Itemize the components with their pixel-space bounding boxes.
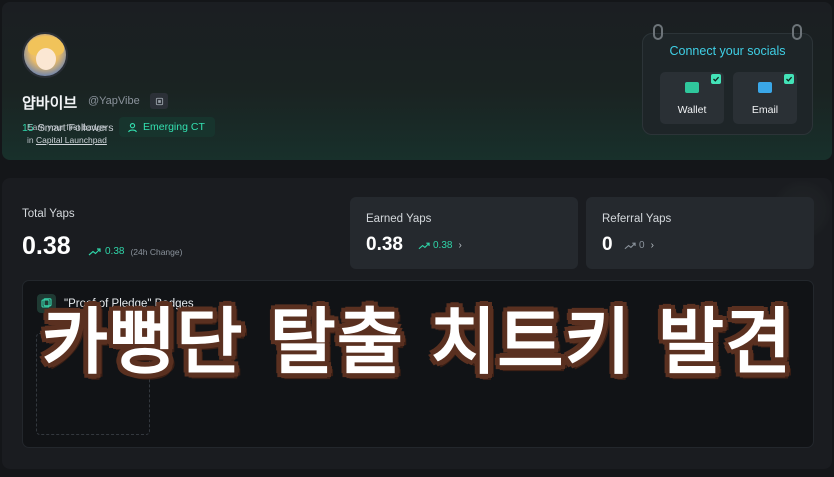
tier-badge: Emerging CT bbox=[119, 117, 215, 137]
empty-badge-text: Earn your first badge bbox=[27, 122, 106, 132]
referral-yaps-card[interactable]: Referral Yaps 0 0 › bbox=[586, 197, 814, 269]
total-yaps-value: 0.38 bbox=[22, 232, 71, 260]
trend-up-icon bbox=[624, 242, 636, 249]
total-change-value: 0.38 bbox=[105, 246, 125, 257]
referral-yaps-value: 0 bbox=[602, 234, 613, 255]
chevron-right-icon: › bbox=[458, 240, 462, 251]
handle: @YapVibe bbox=[88, 95, 140, 107]
check-icon bbox=[711, 74, 721, 84]
total-yaps-label: Total Yaps bbox=[22, 208, 75, 220]
referral-yaps-label: Referral Yaps bbox=[602, 213, 672, 225]
tier-label: Emerging CT bbox=[143, 121, 205, 133]
capital-launchpad-link[interactable]: Capital Launchpad bbox=[36, 135, 107, 145]
referral-change-value: 0 bbox=[639, 240, 645, 251]
avatar[interactable] bbox=[22, 32, 68, 78]
empty-badge-text-2: in Capital Launchpad bbox=[27, 135, 107, 145]
socials-title: Connect your socials bbox=[669, 44, 786, 58]
earned-change-value: 0.38 bbox=[433, 240, 453, 251]
chevron-right-icon: › bbox=[650, 240, 654, 251]
referral-yaps-change: 0 › bbox=[624, 240, 654, 251]
earned-yaps-value: 0.38 bbox=[366, 234, 403, 255]
trend-up-icon bbox=[418, 242, 430, 249]
earned-yaps-label: Earned Yaps bbox=[366, 213, 432, 225]
ring-decoration bbox=[653, 24, 663, 40]
wallet-icon bbox=[685, 82, 699, 93]
display-name: 얍바이브 bbox=[22, 95, 78, 112]
connect-socials-panel: Connect your socials Wallet Email bbox=[642, 24, 813, 135]
wallet-button[interactable]: Wallet bbox=[660, 72, 724, 124]
email-button[interactable]: Email bbox=[733, 72, 797, 124]
email-label: Email bbox=[751, 104, 779, 116]
copy-icon[interactable] bbox=[150, 93, 168, 109]
earned-yaps-card[interactable]: Earned Yaps 0.38 0.38 › bbox=[350, 197, 578, 269]
ring-decoration bbox=[792, 24, 802, 40]
check-icon bbox=[784, 74, 794, 84]
earned-yaps-change: 0.38 › bbox=[418, 240, 462, 251]
change-note: (24h Change) bbox=[130, 246, 183, 257]
mail-icon bbox=[758, 82, 772, 93]
total-yaps-change: 0.38 (24h Change) bbox=[88, 246, 182, 257]
empty-line2-prefix: in bbox=[27, 135, 36, 145]
user-icon bbox=[128, 122, 137, 132]
trend-up-icon bbox=[88, 247, 101, 255]
wallet-label: Wallet bbox=[677, 104, 707, 116]
overlay-caption: 카뻥단 탈출 치트키 발견 bbox=[41, 300, 793, 384]
